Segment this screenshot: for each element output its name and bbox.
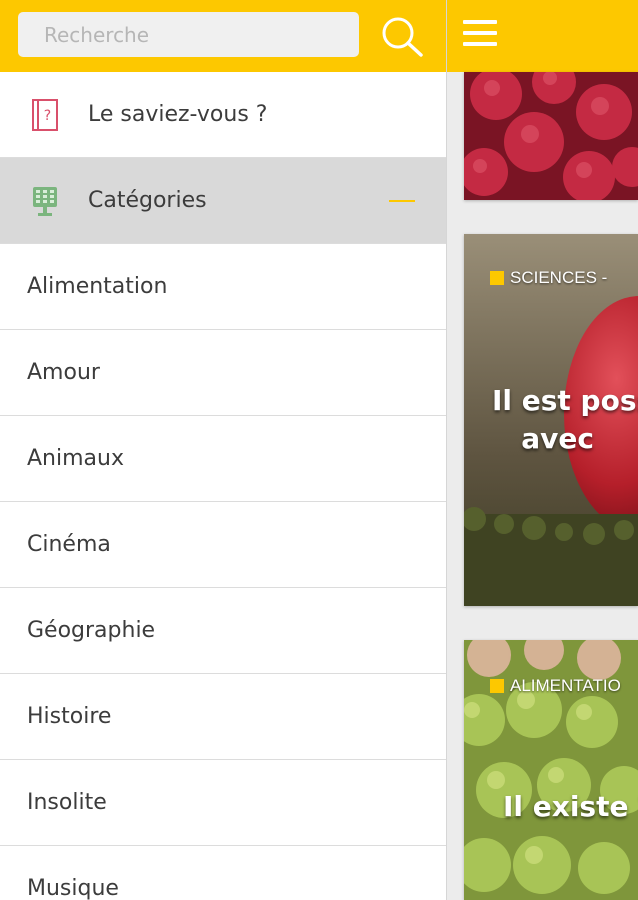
category-item-animaux[interactable]: Animaux — [0, 416, 446, 502]
article-card-raspberries[interactable] — [464, 72, 638, 200]
category-item-amour[interactable]: Amour — [0, 330, 446, 416]
categories-grid-icon — [26, 181, 64, 221]
drawer-header — [0, 0, 446, 72]
category-item-insolite[interactable]: Insolite — [0, 760, 446, 846]
category-label: Amour — [27, 360, 100, 385]
card-category-tag: SCIENCES - — [490, 268, 607, 288]
category-item-cinema[interactable]: Cinéma — [0, 502, 446, 588]
category-item-musique[interactable]: Musique — [0, 846, 446, 900]
category-item-histoire[interactable]: Histoire — [0, 674, 446, 760]
category-label: Géographie — [27, 618, 156, 643]
category-label: Alimentation — [27, 274, 168, 299]
card-category-tag: ALIMENTATIO — [490, 676, 621, 696]
navigation-drawer: ? Le saviez-vous ? Catégories Alimentati… — [0, 0, 447, 900]
category-label: Histoire — [27, 704, 112, 729]
hamburger-menu-icon[interactable] — [463, 20, 497, 50]
card-tag-label: ALIMENTATIO — [510, 676, 621, 695]
categories-label: Catégories — [88, 188, 207, 213]
search-icon[interactable] — [378, 14, 426, 58]
tag-marker — [490, 679, 504, 693]
search-input[interactable] — [18, 12, 359, 57]
card-title: Il existe 7 — [503, 790, 629, 823]
card-title: Il est poss avec — [492, 384, 638, 455]
category-label: Musique — [27, 876, 119, 900]
raspberries-image — [464, 72, 638, 200]
did-you-know-item[interactable]: ? Le saviez-vous ? — [0, 72, 446, 158]
category-label: Cinéma — [27, 532, 111, 557]
categories-header[interactable]: Catégories — [0, 158, 446, 244]
top-app-bar — [447, 0, 638, 72]
category-item-geographie[interactable]: Géographie — [0, 588, 446, 674]
collapse-icon[interactable] — [389, 200, 415, 202]
svg-text:?: ? — [44, 108, 51, 124]
tag-marker — [490, 271, 504, 285]
did-you-know-label: Le saviez-vous ? — [88, 102, 268, 127]
card-tag-label: SCIENCES - — [510, 268, 608, 287]
category-label: Insolite — [27, 790, 107, 815]
category-item-alimentation[interactable]: Alimentation — [0, 244, 446, 330]
question-book-icon: ? — [26, 95, 64, 135]
category-label: Animaux — [27, 446, 124, 471]
